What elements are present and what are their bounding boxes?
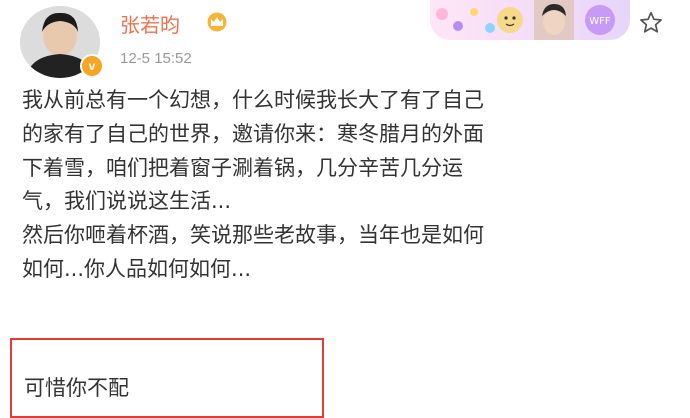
card-banner-badge-text: WFF <box>589 16 611 27</box>
card-banner[interactable]: WFF <box>430 0 630 40</box>
post-timestamp[interactable]: 12-5 15:52 <box>120 50 192 67</box>
author-name[interactable]: 张若昀 <box>120 9 180 38</box>
crown-icon <box>205 12 229 36</box>
highlighted-text: 可惜你不配 <box>24 376 129 400</box>
post-body-text: 我从前总有一个幻想，什么时候我长大了有了自己 的家有了自己的世界，邀请你来：寒冬… <box>22 88 484 281</box>
star-icon[interactable] <box>632 6 670 40</box>
verified-badge: v <box>80 54 104 78</box>
